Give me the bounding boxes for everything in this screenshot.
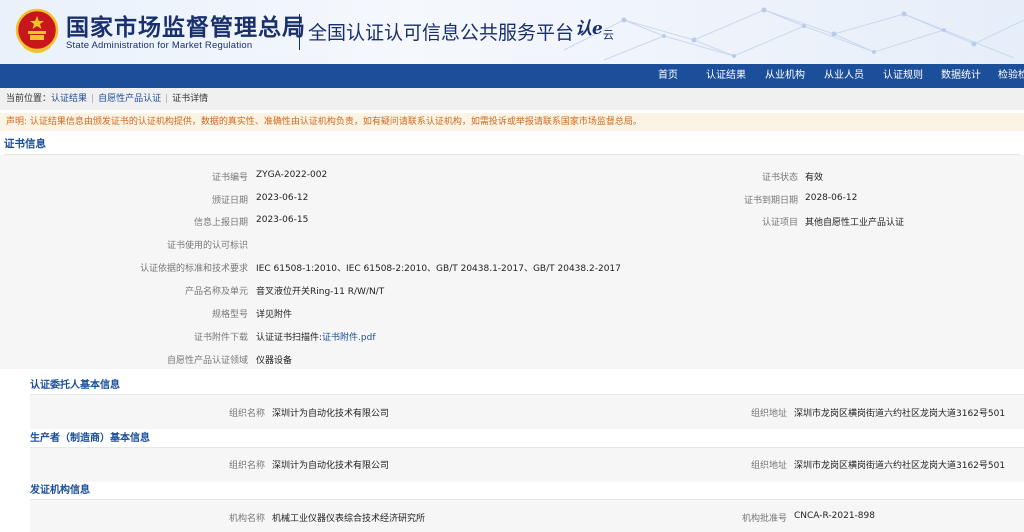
- standards-value: IEC 61508-1:2010、IEC 61508-2:2010、GB/T 2…: [256, 264, 621, 274]
- breadcrumb-separator: |: [165, 94, 169, 104]
- breadcrumb: 当前位置：认证结果 | 自愿性产品认证 | 证书详情: [0, 88, 1024, 110]
- field-row: 证书使用的认可标识: [0, 238, 1024, 252]
- site-header: 国家市场监督管理总局 State Administration for Mark…: [0, 0, 1024, 64]
- field-label: 组织地址: [750, 409, 787, 419]
- brand-main-text: 认e: [575, 19, 603, 39]
- field-label: 信息上报日期: [193, 218, 248, 228]
- main-nav: 首页 认证结果 从业机构 从业人员 认证规则 数据统计 检验检: [0, 64, 1024, 88]
- field-label: 证书编号: [211, 173, 248, 183]
- section-title-applicant: 认证委托人基本信息: [30, 380, 120, 391]
- attachment-prefix: 认证证书扫描件:: [256, 333, 323, 343]
- applicant-org-address-value: 深圳市龙岗区横岗街道六约社区龙岗大道3162号501: [794, 409, 1006, 419]
- manufacturer-org-address-value: 深圳市龙岗区横岗街道六约社区龙岗大道3162号501: [794, 461, 1006, 471]
- field-label: 证书到期日期: [743, 196, 798, 206]
- cert-domain-value: 仪器设备: [256, 356, 293, 366]
- field-row: 组织名称 深圳计为自动化技术有限公司 组织地址 深圳市龙岗区横岗街道六约社区龙岗…: [0, 458, 1024, 472]
- manufacturer-org-name-value: 深圳计为自动化技术有限公司: [272, 461, 390, 471]
- nav-item-home[interactable]: 首页: [658, 64, 678, 88]
- field-label: 证书使用的认可标识: [166, 241, 248, 251]
- breadcrumb-voluntary-cert[interactable]: 自愿性产品认证: [98, 94, 161, 104]
- product-name-value: 音叉液位开关Ring-11 R/W/N/T: [256, 287, 385, 297]
- attachment-download-link[interactable]: 证书附件.pdf: [322, 333, 375, 343]
- applicant-org-name-value: 深圳计为自动化技术有限公司: [272, 409, 390, 419]
- org-name-cn: 国家市场监督管理总局: [66, 15, 306, 41]
- platform-title: 全国认证认可信息公共服务平台: [308, 22, 575, 44]
- field-label: 组织名称: [228, 461, 265, 471]
- field-label: 组织名称: [228, 409, 265, 419]
- field-row: 信息上报日期 2023-06-15 认证项目 其他自愿性工业产品认证: [0, 215, 1024, 229]
- attachment-value: 认证证书扫描件:证书附件.pdf: [256, 330, 376, 343]
- issue-date-value: 2023-06-12: [256, 193, 309, 203]
- cert-status-value: 有效: [805, 173, 824, 183]
- national-emblem-icon: [15, 8, 59, 53]
- field-label: 认证项目: [761, 218, 798, 228]
- field-label: 证书附件下载: [193, 333, 248, 343]
- breadcrumb-separator: |: [91, 94, 95, 104]
- section-title-certificate: 证书信息: [4, 136, 1020, 155]
- section-title-issuer: 发证机构信息: [30, 485, 90, 496]
- field-label: 规格型号: [211, 310, 248, 320]
- nav-item-statistics[interactable]: 数据统计: [941, 64, 981, 88]
- header-divider: [299, 14, 300, 50]
- network-pattern-decoration: [563, 7, 1024, 61]
- nav-item-rules[interactable]: 认证规则: [883, 64, 923, 88]
- field-label: 机构批准号: [741, 514, 787, 524]
- field-label: 自愿性产品认证领域: [166, 356, 248, 366]
- report-date-value: 2023-06-15: [256, 215, 309, 225]
- field-row: 颁证日期 2023-06-12 证书到期日期 2028-06-12: [0, 193, 1024, 207]
- brand-sub-text: 云: [602, 28, 614, 42]
- field-label: 组织地址: [750, 461, 787, 471]
- nav-item-institutions[interactable]: 从业机构: [765, 64, 805, 88]
- field-label: 颁证日期: [211, 196, 248, 206]
- field-row: 证书编号 ZYGA-2022-002 证书状态 有效: [0, 170, 1024, 184]
- org-name-en: State Administration for Market Regulati…: [66, 40, 253, 51]
- breadcrumb-prefix: 当前位置：: [6, 94, 52, 104]
- field-label: 机构名称: [228, 514, 265, 524]
- cert-project-value: 其他自愿性工业产品认证: [805, 218, 905, 228]
- issuer-approval-value: CNCA-R-2021-898: [794, 511, 875, 521]
- breadcrumb-current: 证书详情: [172, 94, 209, 104]
- nav-item-inspection[interactable]: 检验检: [998, 64, 1024, 88]
- field-row: 自愿性产品认证领域 仪器设备: [0, 353, 1024, 367]
- field-row: 组织名称 深圳计为自动化技术有限公司 组织地址 深圳市龙岗区横岗街道六约社区龙岗…: [0, 406, 1024, 420]
- field-label: 证书状态: [761, 173, 798, 183]
- field-label: 认证依据的标准和技术要求: [139, 264, 248, 274]
- field-row: 认证依据的标准和技术要求 IEC 61508-1:2010、IEC 61508-…: [0, 261, 1024, 275]
- nav-item-personnel[interactable]: 从业人员: [824, 64, 864, 88]
- nav-item-cert-results[interactable]: 认证结果: [706, 64, 746, 88]
- field-row: 产品名称及单元 音叉液位开关Ring-11 R/W/N/T: [0, 284, 1024, 298]
- field-row: 规格型号 详见附件: [0, 307, 1024, 321]
- brand-logo[interactable]: 认e云: [575, 14, 614, 42]
- field-label: 产品名称及单元: [184, 287, 248, 297]
- model-spec-value: 详见附件: [256, 310, 293, 320]
- disclaimer-notice: 声明: 认证结果信息由颁发证书的认证机构提供，数据的真实性、准确性由认证机构负责…: [0, 113, 1024, 131]
- breadcrumb-cert-results[interactable]: 认证结果: [51, 94, 87, 104]
- cert-number-value: ZYGA-2022-002: [256, 170, 328, 180]
- expiry-date-value: 2028-06-12: [805, 193, 858, 203]
- section-title-manufacturer: 生产者（制造商）基本信息: [30, 433, 150, 444]
- field-row: 机构名称 机械工业仪器仪表综合技术经济研究所 机构批准号 CNCA-R-2021…: [0, 511, 1024, 525]
- issuer-name-value: 机械工业仪器仪表综合技术经济研究所: [272, 514, 426, 524]
- field-row: 证书附件下载 认证证书扫描件:证书附件.pdf: [0, 330, 1024, 344]
